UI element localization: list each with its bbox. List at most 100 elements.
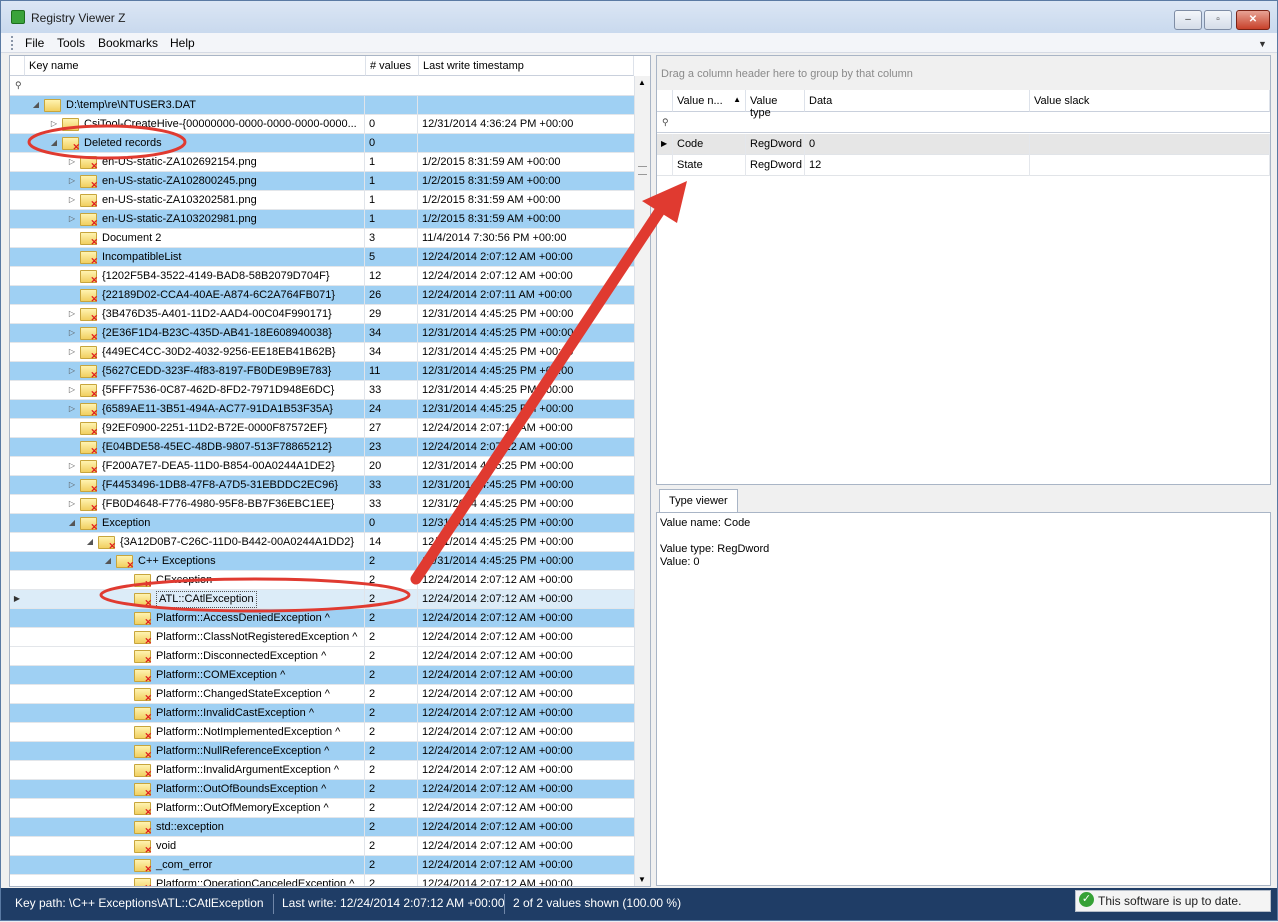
- key-row[interactable]: ▷ ✕ en-US-static-ZA102692154.png 1 1/2/2015 …: [10, 153, 634, 172]
- key-name-text: Platform::ClassNotRegisteredException ^: [156, 631, 358, 643]
- key-row[interactable]: ◢ ✕ {3A12D0B7-C26C-11D0-B442-00A0244A1DD2}…: [10, 533, 634, 552]
- key-row[interactable]: ▷ ✕ en-US-static-ZA102800245.png 1 1/2/2015 …: [10, 172, 634, 191]
- expand-icon[interactable]: ▷: [67, 172, 77, 190]
- expand-icon[interactable]: ▷: [67, 153, 77, 171]
- collapse-icon[interactable]: ◢: [49, 134, 59, 152]
- key-name-cell: ✕ ATL::CAtlException: [25, 590, 365, 609]
- expand-icon[interactable]: ▷: [67, 457, 77, 475]
- key-row[interactable]: ✕ std::exception 2 12/24/2014 2:07:12 AM +0…: [10, 818, 634, 837]
- num-values-cell: 34: [366, 343, 418, 362]
- expand-icon[interactable]: ▷: [67, 400, 77, 418]
- key-row[interactable]: ✕ Platform::ClassNotRegisteredException ^…: [10, 628, 634, 647]
- key-row[interactable]: ✕ {22189D02-CCA4-40AE-A874-6C2A764FB071} 2…: [10, 286, 634, 305]
- expand-icon[interactable]: ▷: [67, 476, 77, 494]
- value-row-code[interactable]: ▶ Code RegDword 0: [657, 134, 1270, 155]
- column-header-value-slack[interactable]: Value slack: [1030, 90, 1270, 112]
- update-status-badge[interactable]: ✓ This software is up to date.: [1075, 890, 1271, 912]
- tab-type-viewer[interactable]: Type viewer: [659, 489, 738, 513]
- key-row[interactable]: ▷ ✕ {6589AE11-3B51-494A-AC77-91DA1B53F35A}…: [10, 400, 634, 419]
- key-row[interactable]: ▷ ✕ {3B476D35-A401-11D2-AAD4-00C04F990171}…: [10, 305, 634, 324]
- menu-overflow-icon[interactable]: ▼: [1258, 39, 1267, 49]
- key-row[interactable]: ✕ {1202F5B4-3522-4149-BAD8-58B2079D704F} 1…: [10, 267, 634, 286]
- group-by-area[interactable]: Drag a column header here to group by th…: [657, 56, 1270, 90]
- expand-icon[interactable]: ▷: [67, 210, 77, 228]
- scroll-up-icon[interactable]: ▲: [638, 78, 646, 87]
- menu-file[interactable]: File: [25, 36, 44, 50]
- key-row[interactable]: ✕ Platform::InvalidArgumentException ^ 2 12…: [10, 761, 634, 780]
- key-row[interactable]: ◢ ✕ Exception 0 12/31/2014 4:45:25 PM +00:00: [10, 514, 634, 533]
- key-row[interactable]: ▷ ✕ {5627CEDD-323F-4f83-8197-FB0DE9B9E783}…: [10, 362, 634, 381]
- expand-icon[interactable]: ▷: [67, 191, 77, 209]
- close-button[interactable]: ✕: [1236, 10, 1270, 30]
- key-row[interactable]: ▷ ✕ en-US-static-ZA103202981.png 1 1/2/2015 …: [10, 210, 634, 229]
- column-header-last-write[interactable]: Last write timestamp: [419, 56, 634, 76]
- key-row[interactable]: ▷ ✕ {5FFF7536-0C87-462D-8FD2-7971D948E6DC}…: [10, 381, 634, 400]
- column-header-data[interactable]: Data: [805, 90, 1030, 112]
- key-row[interactable]: ✕ Platform::DisconnectedException ^ 2 12/24…: [10, 647, 634, 666]
- key-row[interactable]: ✕ Platform::COMException ^ 2 12/24/2014 2:0…: [10, 666, 634, 685]
- collapse-icon[interactable]: ◢: [31, 96, 41, 114]
- key-row[interactable]: ✕ CException 2 12/24/2014 2:07:12 AM +00:00: [10, 571, 634, 590]
- key-row[interactable]: ◢ D:\temp\re\NTUSER3.DAT: [10, 96, 634, 115]
- collapse-icon[interactable]: ◢: [67, 514, 77, 532]
- key-grid-scrollbar[interactable]: ▲ ▼: [634, 76, 650, 886]
- key-row[interactable]: ✕ Platform::AccessDeniedException ^ 2 12/24…: [10, 609, 634, 628]
- menu-help[interactable]: Help: [170, 36, 195, 50]
- key-filter-row[interactable]: ⚲: [10, 76, 634, 96]
- key-row[interactable]: ▶ ✕ ATL::CAtlException 2 12/24/2014 2:07:12 …: [10, 590, 634, 609]
- maximize-button[interactable]: ▫: [1204, 10, 1232, 30]
- expand-icon[interactable]: ▷: [67, 362, 77, 380]
- column-header-key-name[interactable]: Key name: [25, 56, 366, 76]
- values-filter-row[interactable]: ⚲: [657, 112, 1270, 133]
- type-viewer-panel: Value name: Code Value type: RegDword Va…: [656, 512, 1271, 886]
- column-header-num-values[interactable]: # values: [366, 56, 419, 76]
- key-row[interactable]: ▷ ✕ {F200A7E7-DEA5-11D0-B854-00A0244A1DE2}…: [10, 457, 634, 476]
- key-row[interactable]: ✕ _com_error 2 12/24/2014 2:07:12 AM +00:00: [10, 856, 634, 875]
- key-row[interactable]: ✕ Platform::InvalidCastException ^ 2 12/24/…: [10, 704, 634, 723]
- last-write-cell: 1/2/2015 8:31:59 AM +00:00: [422, 156, 561, 168]
- key-row[interactable]: ◢ ✕ C++ Exceptions 2 12/31/2014 4:45:25 PM +…: [10, 552, 634, 571]
- key-row[interactable]: ✕ {92EF0900-2251-11D2-B72E-0000F87572EF} 2…: [10, 419, 634, 438]
- key-row[interactable]: ▷ ✕ {F4453496-1DB8-47F8-A7D5-31EBDDC2EC96}…: [10, 476, 634, 495]
- column-header-value-name[interactable]: Value n... ▲: [673, 90, 746, 112]
- key-row[interactable]: ▷ ✕ {2E36F1D4-B23C-435D-AB41-18E608940038}…: [10, 324, 634, 343]
- row-indicator-cell: [10, 248, 24, 267]
- key-row[interactable]: ✕ Platform::OutOfBoundsException ^ 2 12/24/…: [10, 780, 634, 799]
- key-name-cell: ▷ ✕ {6589AE11-3B51-494A-AC77-91DA1B53F35A}: [25, 400, 365, 419]
- value-row-state[interactable]: State RegDword 12: [657, 155, 1270, 176]
- key-row[interactable]: ✕ IncompatibleList 5 12/24/2014 2:07:12 AM …: [10, 248, 634, 267]
- expand-icon[interactable]: ▷: [67, 305, 77, 323]
- expand-icon[interactable]: ▷: [49, 115, 59, 133]
- collapse-icon[interactable]: ◢: [85, 533, 95, 551]
- collapse-icon[interactable]: ◢: [103, 552, 113, 570]
- expand-icon[interactable]: ▷: [67, 495, 77, 513]
- key-row[interactable]: ◢ ✕ Deleted records 0: [10, 134, 634, 153]
- key-row[interactable]: ▷ ✕ {FB0D4648-F776-4980-95F8-BB7F36EBC1EE}…: [10, 495, 634, 514]
- menu-tools[interactable]: Tools: [57, 36, 85, 50]
- key-row[interactable]: ▷ CsiTool-CreateHive-{00000000-0000-0000-…: [10, 115, 634, 134]
- key-row[interactable]: ✕ Document 2 3 11/4/2014 7:30:56 PM +00:00: [10, 229, 634, 248]
- scroll-thumb[interactable]: [638, 166, 647, 175]
- filter-pin-icon[interactable]: ⚲: [15, 80, 22, 91]
- num-values-cell: 2: [366, 609, 418, 628]
- key-row[interactable]: ▷ ✕ {449EC4CC-30D2-4032-9256-EE18EB41B62B}…: [10, 343, 634, 362]
- last-write-cell: 12/24/2014 2:07:12 AM +00:00: [422, 650, 573, 662]
- expand-icon[interactable]: ▷: [67, 343, 77, 361]
- key-row[interactable]: ✕ Platform::NotImplementedException ^ 2 12/…: [10, 723, 634, 742]
- num-values-cell: 2: [366, 723, 418, 742]
- expand-icon[interactable]: ▷: [67, 324, 77, 342]
- key-row[interactable]: ✕ void 2 12/24/2014 2:07:12 AM +00:00: [10, 837, 634, 856]
- key-row[interactable]: ✕ Platform::ChangedStateException ^ 2 12/24…: [10, 685, 634, 704]
- key-row[interactable]: ✕ Platform::OutOfMemoryException ^ 2 12/24/…: [10, 799, 634, 818]
- value-type-cell: RegDword: [746, 155, 805, 176]
- minimize-button[interactable]: –: [1174, 10, 1202, 30]
- menu-bookmarks[interactable]: Bookmarks: [98, 36, 158, 50]
- values-filter-pin-icon[interactable]: ⚲: [662, 117, 669, 128]
- key-row[interactable]: ✕ Platform::OperationCanceledException ^ 2…: [10, 875, 634, 886]
- key-row[interactable]: ✕ Platform::NullReferenceException ^ 2 12/2…: [10, 742, 634, 761]
- expand-icon[interactable]: ▷: [67, 381, 77, 399]
- column-header-value-type[interactable]: Value type: [746, 90, 805, 119]
- scroll-down-icon[interactable]: ▼: [638, 875, 646, 884]
- key-row[interactable]: ✕ {E04BDE58-45EC-48DB-9807-513F78865212} 2…: [10, 438, 634, 457]
- key-row[interactable]: ▷ ✕ en-US-static-ZA103202581.png 1 1/2/2015 …: [10, 191, 634, 210]
